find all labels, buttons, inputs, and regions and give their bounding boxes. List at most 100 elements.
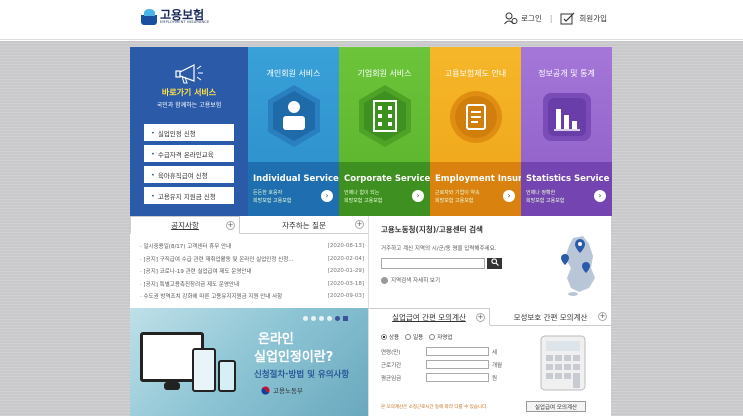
quick-button-parental-leave[interactable]: 육아휴직급여 신청	[144, 166, 234, 183]
notice-title: [공지] 특별고용촉진장려금 제도 운영안내	[140, 280, 240, 288]
plus-icon[interactable]: +	[355, 220, 364, 229]
util-separator: |	[549, 14, 553, 23]
building-hexagon-icon	[359, 85, 411, 147]
field-label: 평균임금	[381, 375, 402, 382]
calc-note: 본 모의계산은 소정근로시간 등에 따라 다를 수 있습니다.	[381, 405, 488, 410]
list-item[interactable]: [공지] 구직급여 수급 관련 재취업활동 및 온라인 실업인정 신청... [2…	[140, 253, 365, 266]
ministry-name: 고용노동부	[273, 387, 303, 395]
arrow-right-icon[interactable]: ›	[594, 190, 606, 202]
quick-button-employment-support[interactable]: 고용유지 지원금 신청	[144, 187, 234, 204]
center-search-panel: 고용노동청(지청)/고용센터 검색 거주하고 계신 지역의 시/군/동 명을 입…	[368, 216, 611, 308]
plus-icon[interactable]: +	[476, 313, 485, 322]
megaphone-icon	[175, 64, 203, 84]
quick-service-panel: 바로가기 서비스 국민과 함께하는 고용보험 실업인정 신청 수급자격 온라인교…	[130, 47, 248, 216]
tab-unemployment-calc-label: 실업급여 간편 모의계산	[392, 312, 466, 322]
pager-dot-active[interactable]	[335, 316, 340, 321]
arrow-right-icon[interactable]: ›	[503, 190, 515, 202]
employment-type-radios: 상용 일용 자영업	[381, 333, 452, 341]
login-link[interactable]: 로그인	[504, 12, 542, 25]
region-detail-label: 지역검색 자세히 보기	[391, 278, 441, 284]
region-search-input[interactable]	[381, 258, 485, 269]
radio-label: 상용	[389, 335, 400, 341]
calculate-button[interactable]: 실업급여 모의계산	[526, 401, 586, 412]
simulation-tabs: 실업급여 간편 모의계산 + 모성보호 간편 모의계산 +	[369, 308, 612, 326]
arrow-right-icon[interactable]: ›	[412, 190, 424, 202]
radio-self-employed[interactable]: 자영업	[429, 333, 452, 341]
notice-title: [공지] 코로나-19 관련 실업급여 제도 운영안내	[140, 267, 252, 275]
radio-daily[interactable]: 일용	[405, 333, 423, 341]
quick-subtitle: 국민과 함께하는 고용보험	[156, 102, 222, 109]
pager-dot[interactable]	[303, 316, 308, 321]
quick-button-online-education[interactable]: 수급자격 온라인교육	[144, 145, 234, 162]
tab-maternity-calc[interactable]: 모성보호 간편 모의계산 +	[490, 308, 611, 326]
search-button[interactable]	[487, 258, 502, 269]
individual-service-card[interactable]: 개인회원 서비스 Individual Service 든든한 호응자 희망보험…	[248, 47, 339, 216]
list-item[interactable]: [공지] 특별고용촉진장려금 제도 운영안내 [2020-03-18]	[140, 278, 365, 291]
list-item[interactable]: 일시중용일(8/17) 고객센터 휴무 안내 [2020-08-13]	[140, 240, 365, 253]
banner-pager	[303, 316, 348, 321]
notice-date: [2020-02-04]	[327, 255, 364, 262]
notice-date: [2020-09-03]	[327, 293, 364, 300]
phone-image	[218, 360, 236, 392]
quick-button-unemployment[interactable]: 실업인정 신청	[144, 124, 234, 141]
plus-icon[interactable]: +	[598, 312, 607, 321]
main-container: 바로가기 서비스 국민과 함께하는 고용보험 실업인정 신청 수급자격 온라인교…	[130, 47, 612, 416]
service-en-title: Employment Insurance	[435, 174, 521, 184]
radio-regular[interactable]: 상용	[381, 333, 399, 341]
tab-faq[interactable]: 자주하는 질문 +	[240, 216, 368, 234]
radio-checked-icon	[381, 334, 387, 340]
tab-unemployment-calc[interactable]: 실업급여 간편 모의계산 +	[369, 308, 490, 326]
service-desc-1: 든든한 호응자	[253, 190, 283, 196]
notice-panel: 공지사항 + 자주하는 질문 + 일시중용일(8/17) 고객센터 휴무 안내 […	[130, 216, 368, 308]
notice-title: [공지] 구직급여 수급 관련 재취업활동 및 온라인 실업인정 신청...	[140, 255, 294, 263]
plus-circle-icon	[381, 276, 388, 284]
notice-date: [2020-08-13]	[327, 243, 364, 250]
person-hexagon-icon	[268, 85, 320, 147]
service-desc-2: 희망보험 고용보험	[344, 198, 383, 204]
notice-list: 일시중용일(8/17) 고객센터 휴무 안내 [2020-08-13] [공지] …	[140, 240, 365, 303]
taegeuk-icon	[261, 385, 270, 395]
pager-dot[interactable]	[327, 316, 332, 321]
center-search-title: 고용노동청(지청)/고용센터 검색	[381, 225, 483, 234]
arrow-right-icon[interactable]: ›	[321, 190, 333, 202]
service-title: 기업회원 서비스	[357, 69, 412, 78]
list-item[interactable]: 수도권 방역조치 강화에 따른 고용유지지원금 지원 안내 사항 [2020-09…	[140, 290, 365, 303]
promo-banner[interactable]: 온라인 실업인정이란? 신청절차·방법 및 유의사항 고용노동부	[130, 308, 368, 416]
site-logo[interactable]: 고용보험 EMPLOYMENT INSURANCE	[141, 9, 209, 25]
insurance-guide-card[interactable]: 고용보험제도 안내 Employment Insurance 근로자와 기업이 …	[430, 47, 521, 216]
corporate-service-card[interactable]: 기업회원 서비스 Corporate Service 언제나 힘이 되는 희망보…	[339, 47, 430, 216]
pager-dot[interactable]	[311, 316, 316, 321]
statistics-service-card[interactable]: 정보공개 및 통계 Statistics Service 언제나 정확한 희망보…	[521, 47, 612, 216]
field-unit: 세	[492, 349, 498, 356]
region-detail-link[interactable]: 지역검색 자세히 보기	[381, 276, 440, 284]
tab-notice[interactable]: 공지사항 +	[130, 216, 240, 234]
avg-wage-input[interactable]	[426, 373, 489, 382]
plus-icon[interactable]: +	[226, 221, 235, 230]
field-label: 근로기간	[381, 362, 402, 369]
service-en-title: Corporate Service	[344, 174, 430, 184]
field-unit: 원	[492, 375, 498, 382]
pager-dot[interactable]	[319, 316, 324, 321]
service-desc-1: 언제나 정확한	[526, 190, 556, 196]
banner-line2: 실업인정이란?	[254, 350, 334, 365]
notice-tabs: 공지사항 + 자주하는 질문 +	[130, 216, 368, 234]
work-period-input[interactable]	[426, 360, 489, 369]
document-circle-icon	[450, 91, 502, 143]
pause-icon[interactable]	[343, 316, 348, 321]
field-label: 연령(만)	[381, 349, 401, 356]
age-input[interactable]	[426, 347, 489, 356]
bar-chart-square-icon	[543, 93, 591, 141]
search-icon	[490, 258, 499, 266]
logo-mark-icon	[141, 9, 157, 25]
join-link[interactable]: 회원가입	[560, 12, 607, 25]
service-title: 개인회원 서비스	[266, 69, 321, 78]
wage-row: 평균임금 원	[381, 373, 497, 382]
service-desc-1: 근로자와 기업이 약속	[435, 190, 480, 196]
list-item[interactable]: [공지] 코로나-19 관련 실업급여 제도 운영안내 [2020-01-29]	[140, 265, 365, 278]
login-label: 로그인	[521, 14, 542, 23]
quick-title: 바로가기 서비스	[161, 88, 217, 97]
service-desc-2: 희망보험 고용보험	[435, 198, 474, 204]
radio-label: 자영업	[437, 335, 453, 341]
field-unit: 개월	[492, 362, 503, 369]
notice-title: 수도권 방역조치 강화에 따른 고용유지지원금 지원 안내 사항	[140, 292, 283, 300]
